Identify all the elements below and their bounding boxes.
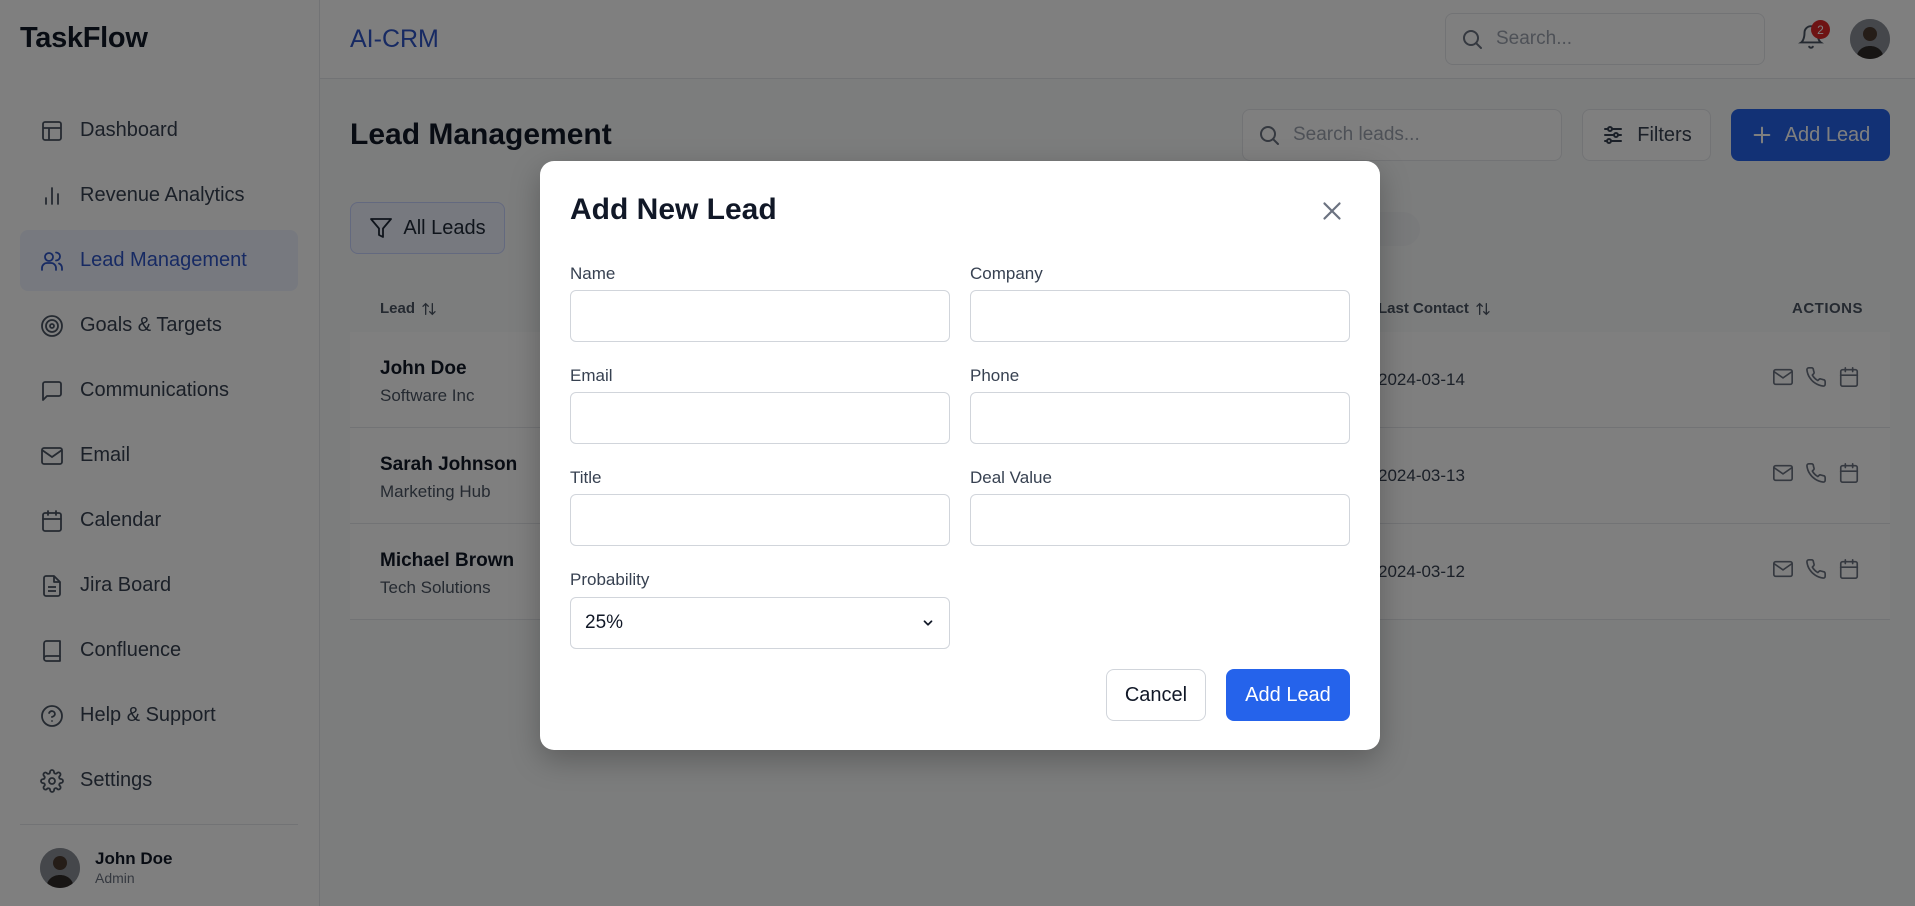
modal-title: Add New Lead (570, 193, 777, 226)
close-icon[interactable] (1317, 196, 1347, 226)
deal-value-label: Deal Value (970, 468, 1052, 487)
deal-value-field[interactable] (970, 494, 1350, 546)
cancel-button[interactable]: Cancel (1106, 669, 1206, 721)
phone-label: Phone (970, 366, 1020, 385)
probability-value: 25% (585, 612, 624, 633)
name-field[interactable] (570, 290, 950, 342)
email-field[interactable] (570, 392, 950, 444)
submit-add-lead-button[interactable]: Add Lead (1226, 669, 1350, 721)
company-field[interactable] (970, 290, 1350, 342)
chevron-down-icon (921, 616, 935, 630)
add-lead-modal: Add New Lead Name Company Email Phone Ti… (540, 161, 1380, 750)
name-label: Name (570, 264, 616, 283)
probability-label: Probability (570, 570, 650, 589)
company-label: Company (970, 264, 1043, 283)
probability-select[interactable]: 25% (570, 597, 950, 649)
title-field[interactable] (570, 494, 950, 546)
phone-field[interactable] (970, 392, 1350, 444)
title-label: Title (570, 468, 602, 487)
email-label: Email (570, 366, 613, 385)
